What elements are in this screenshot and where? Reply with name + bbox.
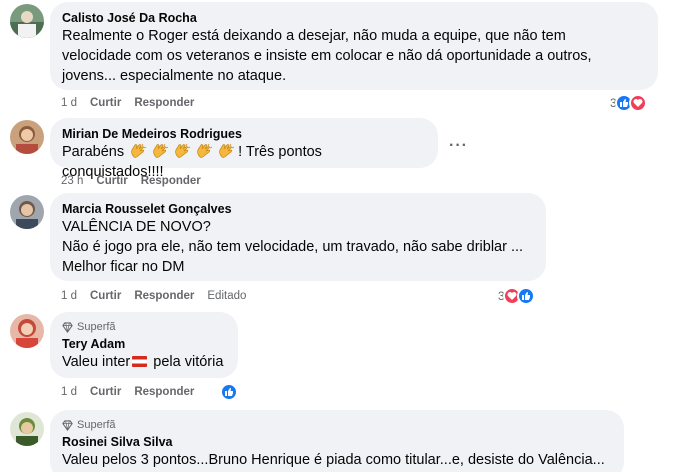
comment-time[interactable]: 1 d bbox=[61, 290, 77, 302]
comment-time[interactable]: 1 d bbox=[61, 97, 77, 109]
avatar[interactable] bbox=[10, 4, 44, 38]
clapping-hands-icon bbox=[128, 143, 238, 160]
like-icon bbox=[516, 287, 535, 305]
comment-text: Realmente o Roger está deixando a deseja… bbox=[62, 28, 592, 84]
reaction-summary[interactable]: 3 bbox=[610, 94, 647, 112]
avatar[interactable] bbox=[10, 120, 44, 154]
like-button[interactable]: Curtir bbox=[90, 97, 121, 109]
diamond-icon bbox=[62, 321, 73, 333]
comment-actions: 23 h Curtir Responder bbox=[61, 175, 214, 187]
like-button[interactable]: Curtir bbox=[90, 290, 121, 302]
like-button[interactable]: Curtir bbox=[96, 175, 127, 187]
reply-button[interactable]: Responder bbox=[134, 97, 194, 109]
comment-bubble: Mirian De Medeiros Rodrigues Parabéns ! … bbox=[50, 118, 438, 180]
comment-text: Valeu inter pela vitória bbox=[62, 354, 224, 370]
avatar[interactable] bbox=[10, 195, 44, 229]
superfan-badge: Superfã bbox=[62, 418, 612, 432]
superfan-badge: Superfã bbox=[62, 320, 226, 334]
clapping-hands-icon bbox=[175, 143, 191, 158]
clapping-hands-icon bbox=[153, 143, 169, 158]
comment-author[interactable]: Mirian De Medeiros Rodrigues bbox=[62, 126, 426, 142]
like-button[interactable]: Curtir bbox=[90, 386, 121, 398]
reply-button[interactable]: Responder bbox=[134, 290, 194, 302]
like-icon bbox=[220, 383, 238, 401]
comment-author[interactable]: Marcia Rousselet Gonçalves bbox=[62, 201, 534, 217]
reaction-summary[interactable] bbox=[220, 383, 238, 401]
comment-actions: 1 d Curtir Responder bbox=[61, 97, 207, 109]
clapping-hands-icon bbox=[131, 143, 147, 158]
comment-time[interactable]: 1 d bbox=[61, 386, 77, 398]
austria-flag-icon bbox=[132, 356, 148, 367]
comment-time[interactable]: 23 h bbox=[61, 175, 83, 187]
comment-actions: 1 d Curtir Responder Editado bbox=[61, 290, 259, 302]
clapping-hands-icon bbox=[197, 143, 213, 158]
reaction-summary[interactable]: 3 bbox=[498, 287, 535, 305]
comment-actions: 1 d Curtir Responder bbox=[61, 386, 207, 398]
comment-author[interactable]: Tery Adam bbox=[62, 336, 226, 352]
comment-bubble: Superfã Tery Adam Valeu inter pela vitór… bbox=[50, 312, 238, 378]
comment-text: VALÊNCIA DE NOVO? Não é jogo pra ele, nã… bbox=[62, 219, 524, 275]
clapping-hands-icon bbox=[219, 143, 235, 158]
more-options-button[interactable]: ··· bbox=[449, 137, 468, 155]
reply-button[interactable]: Responder bbox=[134, 386, 194, 398]
diamond-icon bbox=[62, 419, 73, 431]
love-icon bbox=[628, 94, 647, 112]
avatar[interactable] bbox=[10, 412, 44, 446]
avatar[interactable] bbox=[10, 314, 44, 348]
comment-author[interactable]: Rosinei Silva Silva bbox=[62, 434, 612, 450]
comment-text: Valeu pelos 3 pontos...Bruno Henrique é … bbox=[62, 452, 605, 468]
comment-bubble: Superfã Rosinei Silva Silva Valeu pelos … bbox=[50, 410, 624, 472]
reply-button[interactable]: Responder bbox=[141, 175, 201, 187]
comment-author[interactable]: Calisto José Da Rocha bbox=[62, 10, 646, 26]
edited-label: Editado bbox=[207, 290, 247, 302]
comment-bubble: Calisto José Da Rocha Realmente o Roger … bbox=[50, 2, 658, 90]
comment-bubble: Marcia Rousselet Gonçalves VALÊNCIA DE N… bbox=[50, 193, 546, 281]
